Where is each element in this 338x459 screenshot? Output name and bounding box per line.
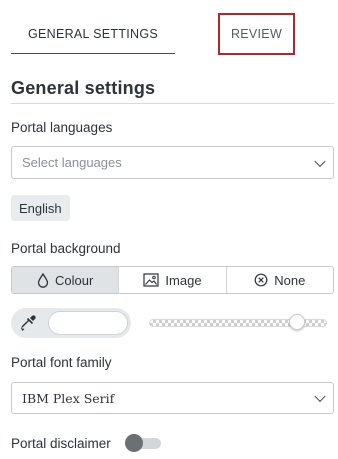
settings-tabs: GENERAL SETTINGS REVIEW [0, 0, 338, 58]
toggle-knob [125, 434, 143, 452]
section-divider [11, 103, 334, 104]
background-option-image[interactable]: Image [118, 267, 225, 293]
disclaimer-toggle[interactable] [125, 434, 161, 452]
section-title: General settings [11, 78, 156, 98]
background-option-label: Colour [55, 272, 94, 288]
font-family-select[interactable]: IBM Plex Serif [11, 382, 334, 414]
chevron-down-icon [314, 155, 326, 167]
chevron-down-icon [314, 390, 326, 403]
background-option-none[interactable]: None [225, 267, 333, 293]
language-chip[interactable]: English [11, 195, 70, 221]
tab-review[interactable]: REVIEW [218, 13, 295, 55]
tab-general-settings[interactable]: GENERAL SETTINGS [11, 14, 175, 54]
portal-font-family-label: Portal font family [11, 355, 112, 370]
background-type-group: Colour Image None [11, 266, 334, 294]
portal-languages-label: Portal languages [11, 120, 113, 135]
image-icon [143, 273, 160, 287]
eyedropper-icon[interactable] [19, 314, 37, 337]
droplet-icon [37, 272, 49, 288]
background-option-label: Image [165, 272, 202, 288]
languages-select-placeholder: Select languages [22, 155, 122, 170]
colour-input-group [11, 308, 131, 338]
background-option-colour[interactable]: Colour [12, 267, 119, 293]
colour-value-field[interactable] [48, 311, 128, 335]
opacity-slider-thumb[interactable] [289, 314, 305, 330]
languages-select[interactable]: Select languages [11, 146, 334, 179]
portal-disclaimer-label: Portal disclaimer [11, 436, 111, 451]
font-family-value: IBM Plex Serif [22, 390, 115, 406]
colour-picker-row [11, 308, 334, 338]
background-option-label: None [274, 272, 306, 288]
portal-background-label: Portal background [11, 241, 121, 256]
circle-x-icon [254, 273, 268, 287]
